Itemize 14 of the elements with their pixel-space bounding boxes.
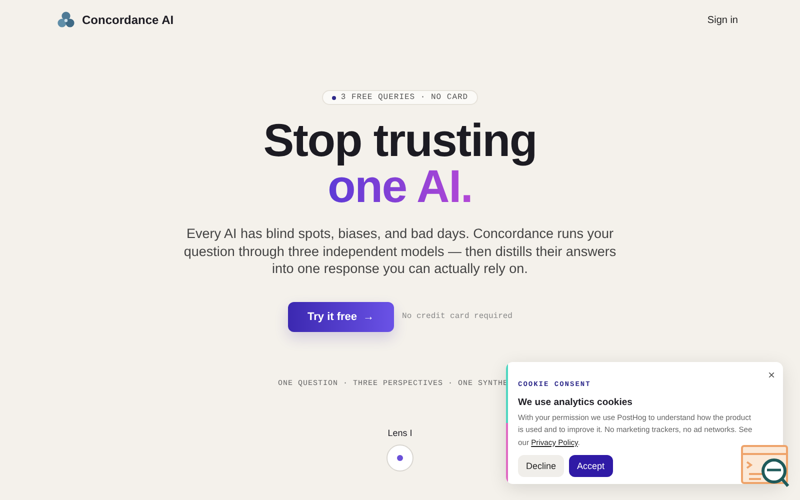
- hero-description: Every AI has blind spots, biases, and bad days. Concordance runs your question through three independent models — then distills their answers into one response you can actually rely on.: [182, 225, 618, 278]
- lens-node-icon: [386, 444, 414, 472]
- cookie-title: We use analytics cookies: [518, 397, 634, 408]
- accept-button[interactable]: Accept: [569, 454, 613, 477]
- browser-search-icon[interactable]: [741, 445, 791, 489]
- logo-icon: [57, 11, 75, 29]
- decline-button[interactable]: Decline: [518, 454, 564, 477]
- brand-name[interactable]: Concordance AI: [82, 13, 174, 27]
- lens-label: Lens I: [388, 428, 412, 438]
- try-free-button[interactable]: Try it free →: [288, 302, 394, 332]
- free-queries-badge: 3 FREE QUERIES · NO CARD: [322, 90, 478, 105]
- no-card-note: No credit card required: [402, 312, 512, 321]
- sign-in-link[interactable]: Sign in: [707, 14, 738, 26]
- close-button[interactable]: ×: [768, 369, 775, 381]
